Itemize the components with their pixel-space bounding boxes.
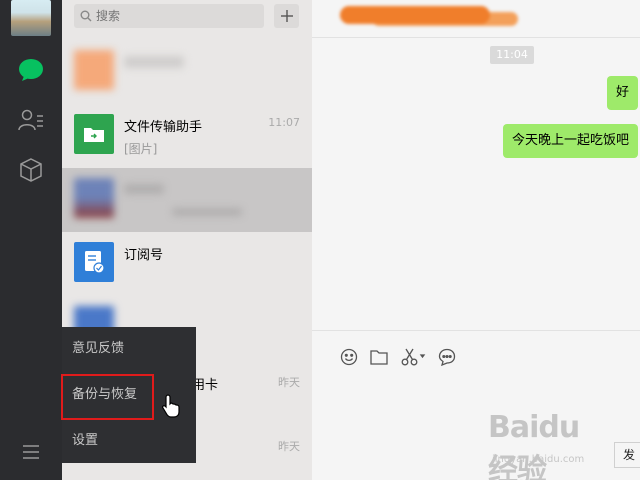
hamburger-menu-icon[interactable] [17,438,45,466]
row-avatar [74,178,114,218]
row-avatar [74,50,114,90]
baidu-watermark: Baidu经验 jingyan.baidu.com [488,410,606,480]
plus-icon [280,10,293,22]
message-bubble: 好 [606,76,638,110]
chat-icon[interactable] [17,56,45,84]
blurred-name [124,184,164,194]
list-item-selected[interactable] [62,168,312,232]
conversation-preview: [图片] [124,142,158,156]
chat-header [312,0,640,38]
folder-icon[interactable] [368,346,390,368]
chat-history-icon[interactable] [436,346,458,368]
subscription-icon [74,242,114,282]
blurred-name [124,56,184,68]
conversation-time: 11:07 [268,116,300,129]
blurred-preview [172,208,242,216]
menu-item-feedback[interactable]: 意见反馈 [62,327,196,371]
list-item[interactable] [62,40,312,104]
screenshot-scissors-icon[interactable] [400,346,428,368]
search-input[interactable] [96,9,246,23]
conversation-name: 订阅号 [124,248,164,263]
list-item[interactable]: 文件传输助手 [图片] 11:07 [62,104,312,168]
conversation-time: 昨天 [278,440,300,453]
cursor-hand-icon [162,394,180,418]
conversation-time: 昨天 [278,376,300,389]
time-badge: 11:04 [490,46,534,64]
watermark-sub: jingyan.baidu.com [492,454,585,465]
file-transfer-icon [74,114,114,154]
list-item[interactable]: 订阅号 [62,232,312,296]
chat-pane: 11:04 好 今天晚上一起吃饭吧 Baidu经验 jingyan.baidu.… [312,0,640,480]
avatar[interactable] [11,0,51,36]
conversation-name: 文件传输助手 [124,120,203,135]
send-button[interactable]: 发 [614,442,640,468]
watermark-main: Baidu经验 [488,410,580,480]
search-box[interactable] [74,4,264,28]
blurred-chat-title [340,6,490,24]
highlight-box [61,374,154,420]
cube-icon[interactable] [17,156,45,184]
add-button[interactable] [274,4,299,28]
input-divider [312,330,640,331]
emoji-icon[interactable] [338,346,360,368]
search-icon [80,10,92,22]
menu-item-settings[interactable]: 设置 [62,419,196,463]
nav-rail [0,0,62,480]
contacts-icon[interactable] [17,106,45,134]
message-bubble: 今天晚上一起吃饭吧 [502,124,638,158]
